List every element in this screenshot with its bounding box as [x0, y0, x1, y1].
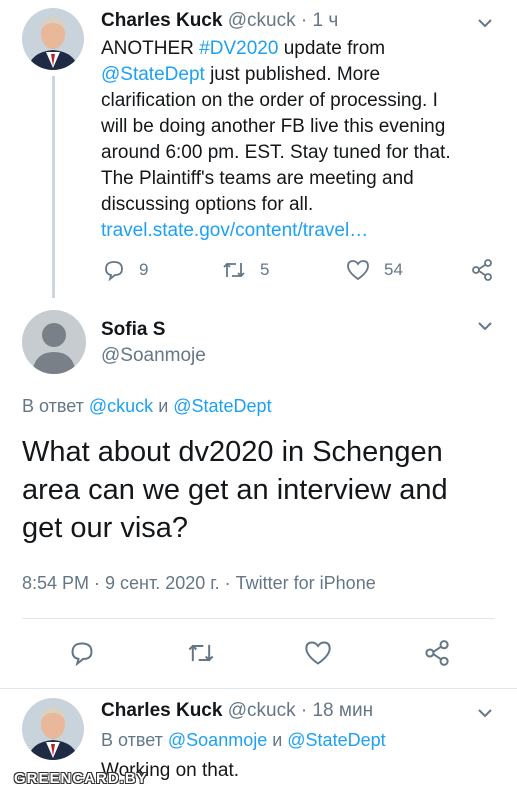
reply-prefix: В ответ	[101, 730, 168, 750]
author-handle[interactable]: @Soanmoje	[101, 344, 206, 368]
tweet-text: What about dv2020 in Schengen area can w…	[22, 436, 448, 544]
replying-to: В ответ @ckuck и @StateDept	[22, 396, 272, 417]
author-name[interactable]: Charles Kuck	[101, 10, 222, 31]
tweet-time[interactable]: 18 мин	[312, 700, 373, 721]
text-line: @StateDept just published. More	[101, 62, 380, 88]
chevron-down-icon[interactable]	[474, 702, 496, 724]
tweet-1[interactable]: Charles Kuck @ckuck · 1 ч ANOTHER #DV202…	[0, 0, 517, 300]
avatar[interactable]	[22, 698, 84, 760]
share-button[interactable]	[471, 259, 493, 281]
text-line: around 6:00 pm. EST. Stay tuned for that…	[101, 142, 451, 163]
tweet-header: Charles Kuck @ckuck · 18 мин	[101, 699, 373, 723]
reply-button[interactable]	[69, 640, 95, 666]
reply-icon	[71, 642, 93, 666]
author-name[interactable]: Charles Kuck	[101, 700, 222, 721]
text-segment: just published. More	[204, 64, 381, 85]
replying-to: В ответ @Soanmoje и @StateDept	[101, 730, 386, 751]
reply-and: и	[267, 730, 288, 750]
share-button[interactable]	[424, 640, 450, 666]
watermark-text: GREENCARD.BY	[14, 770, 148, 787]
avatar[interactable]	[22, 310, 86, 374]
retweet-count: 5	[260, 260, 270, 279]
retweet-icon	[188, 644, 214, 662]
divider	[22, 618, 495, 619]
text-line: clarification on the order of processing…	[101, 90, 438, 111]
mention-link[interactable]: @StateDept	[287, 730, 385, 750]
avatar[interactable]	[22, 8, 84, 70]
separator: ·	[295, 700, 313, 721]
text-line: will be doing another FB live this eveni…	[101, 116, 446, 137]
tweet-timestamp: 8:54 PM · 9 сент. 2020 г. · Twitter for …	[22, 573, 376, 594]
text-line: ANOTHER #DV2020 update from	[101, 36, 385, 62]
mention-link[interactable]: @ckuck	[89, 396, 153, 416]
retweet-button[interactable]: 5	[222, 259, 269, 281]
mention-link[interactable]: @Soanmoje	[168, 730, 267, 750]
chevron-down-icon[interactable]	[474, 315, 496, 337]
like-count: 54	[384, 260, 403, 279]
tweet-time[interactable]: 1 ч	[312, 10, 338, 31]
like-button[interactable]	[304, 640, 332, 666]
chevron-down-icon[interactable]	[474, 12, 496, 34]
like-button[interactable]: 54	[346, 259, 403, 281]
retweet-icon	[223, 262, 245, 278]
author-name[interactable]: Sofia S	[101, 318, 165, 342]
share-icon	[472, 259, 492, 281]
mention-link[interactable]: @StateDept	[101, 64, 205, 85]
divider	[0, 688, 517, 689]
separator: ·	[295, 10, 313, 31]
reply-prefix: В ответ	[22, 396, 89, 416]
retweet-button[interactable]	[187, 640, 215, 666]
mention-link[interactable]: @StateDept	[173, 396, 271, 416]
text-line: The Plaintiff's teams are meeting and	[101, 168, 414, 189]
reply-icon	[105, 261, 123, 281]
reply-button[interactable]: 9	[103, 259, 148, 281]
share-icon	[425, 640, 449, 666]
like-icon	[305, 641, 331, 665]
author-handle[interactable]: @ckuck	[228, 10, 296, 31]
hashtag-link[interactable]: #DV2020	[199, 38, 278, 59]
author-handle[interactable]: @ckuck	[228, 700, 296, 721]
text-segment: ANOTHER	[101, 38, 200, 59]
like-icon	[347, 260, 369, 281]
thread-line	[52, 76, 55, 298]
reply-and: и	[153, 396, 174, 416]
reply-count: 9	[139, 260, 149, 279]
source-label[interactable]: Twitter for iPhone	[236, 573, 376, 593]
text-segment: update from	[278, 38, 386, 59]
timestamp[interactable]: 8:54 PM · 9 сент. 2020 г. ·	[22, 573, 236, 593]
text-line: discussing options for all.	[101, 194, 314, 215]
tweet-header: Charles Kuck @ckuck · 1 ч	[101, 9, 338, 33]
url-link[interactable]: travel.state.gov/content/travel…	[101, 218, 368, 244]
tweet-2[interactable]: Sofia S @Soanmoje В ответ @ckuck и @Stat…	[0, 300, 517, 690]
